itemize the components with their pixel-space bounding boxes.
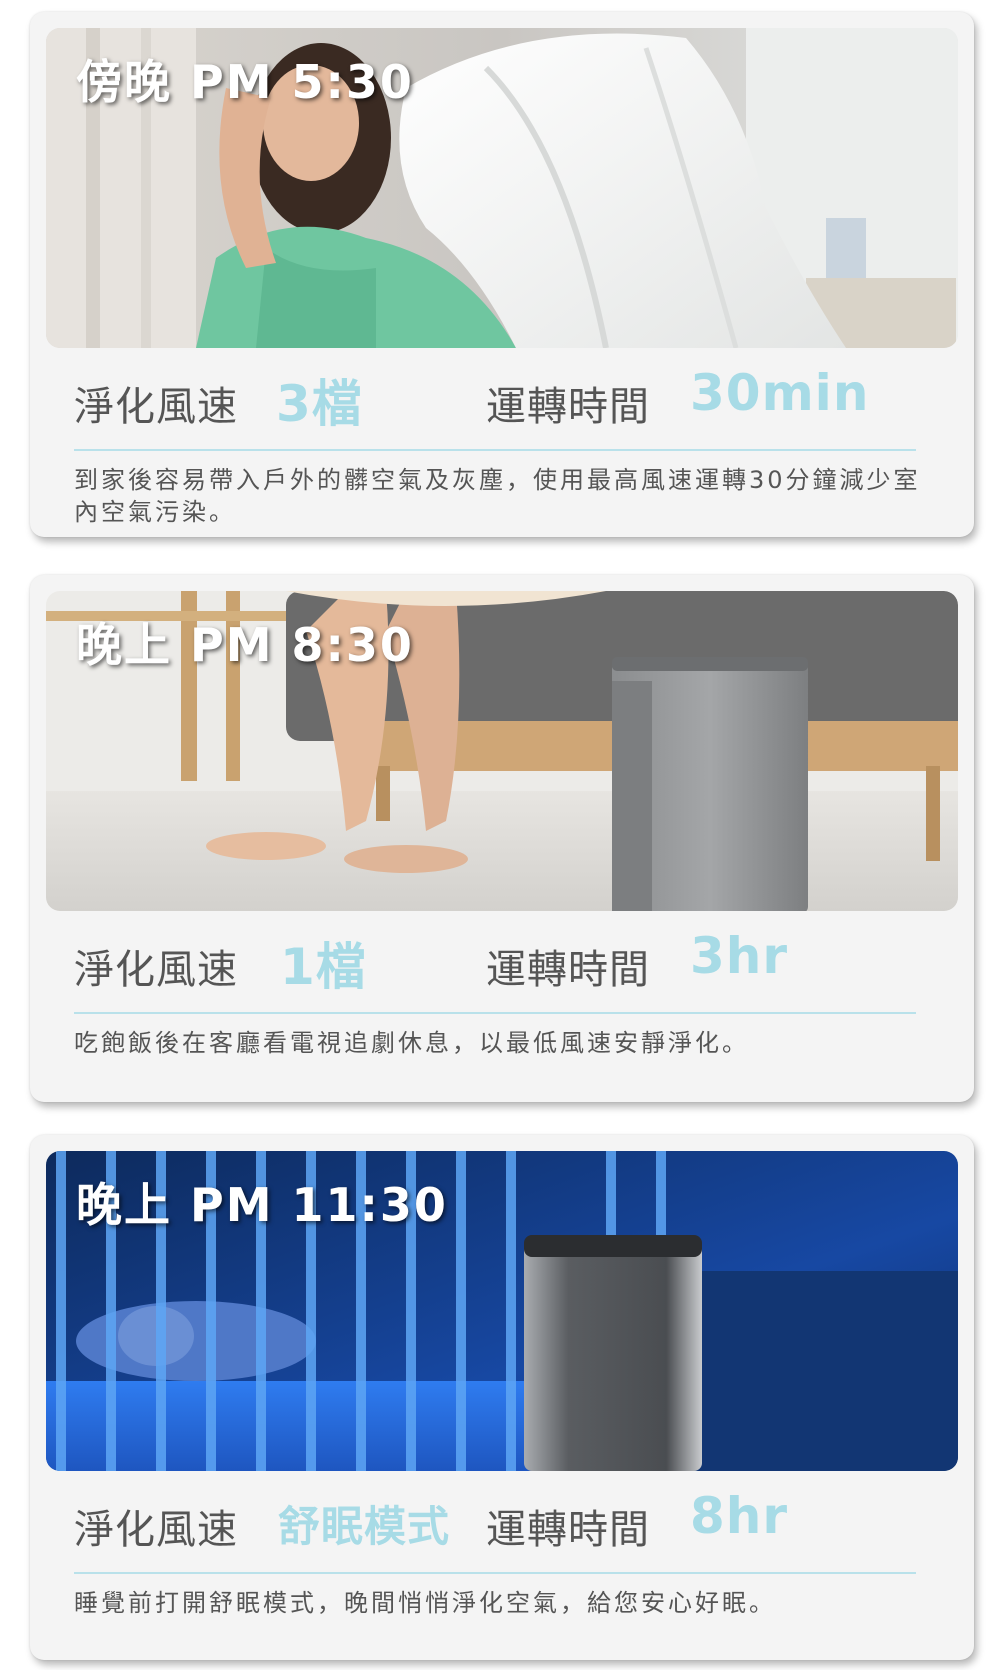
duration-label: 運轉時間	[486, 384, 650, 430]
scene-card-night: 晚上 PM 8:30 淨化風速 1檔 運轉時間 3hr 吃飽飯後在客廳看電視追劇…	[30, 575, 974, 1102]
scene-stats: 淨化風速 1檔 運轉時間 3hr	[74, 919, 944, 997]
speed-value: 舒眠模式	[278, 1502, 451, 1551]
scene-time: 傍晚 PM 5:30	[76, 55, 414, 109]
duration-label: 運轉時間	[486, 947, 650, 993]
scene-photo-laundry: 傍晚 PM 5:30	[46, 28, 958, 348]
speed-label: 淨化風速	[74, 947, 238, 993]
duration-label: 運轉時間	[486, 1507, 650, 1553]
divider	[74, 449, 916, 451]
scene-time: 晚上 PM 8:30	[76, 618, 414, 672]
scene-description: 睡覺前打開舒眠模式，晚間悄悄淨化空氣，給您安心好眠。	[74, 1589, 776, 1617]
divider	[74, 1572, 916, 1574]
scene-description: 吃飽飯後在客廳看電視追劇休息，以最低風速安靜淨化。	[74, 1029, 749, 1057]
scene-description: 到家後容易帶入戶外的髒空氣及灰塵，使用最高風速運轉30分鐘減少室內空氣污染。	[74, 466, 921, 526]
speed-label: 淨化風速	[74, 384, 238, 430]
speed-value: 3檔	[276, 375, 363, 433]
scene-stats: 淨化風速 3檔 運轉時間 30min	[74, 356, 944, 434]
scene-photo-nursery: 晚上 PM 11:30	[46, 1151, 958, 1471]
speed-value: 1檔	[280, 938, 367, 996]
scene-card-bedtime: 晚上 PM 11:30 淨化風速 舒眠模式 運轉時間 8hr 睡覺前打開舒眠模式…	[30, 1135, 974, 1660]
scene-stats: 淨化風速 舒眠模式 運轉時間 8hr	[74, 1479, 944, 1557]
speed-label: 淨化風速	[74, 1507, 238, 1553]
scene-card-evening: 傍晚 PM 5:30 淨化風速 3檔 運轉時間 30min 到家後容易帶入戶外的…	[30, 12, 974, 537]
divider	[74, 1012, 916, 1014]
duration-value: 8hr	[690, 1487, 789, 1545]
duration-value: 30min	[690, 364, 870, 422]
scene-time: 晚上 PM 11:30	[76, 1178, 448, 1232]
duration-value: 3hr	[690, 927, 789, 985]
scene-photo-living-room: 晚上 PM 8:30	[46, 591, 958, 911]
